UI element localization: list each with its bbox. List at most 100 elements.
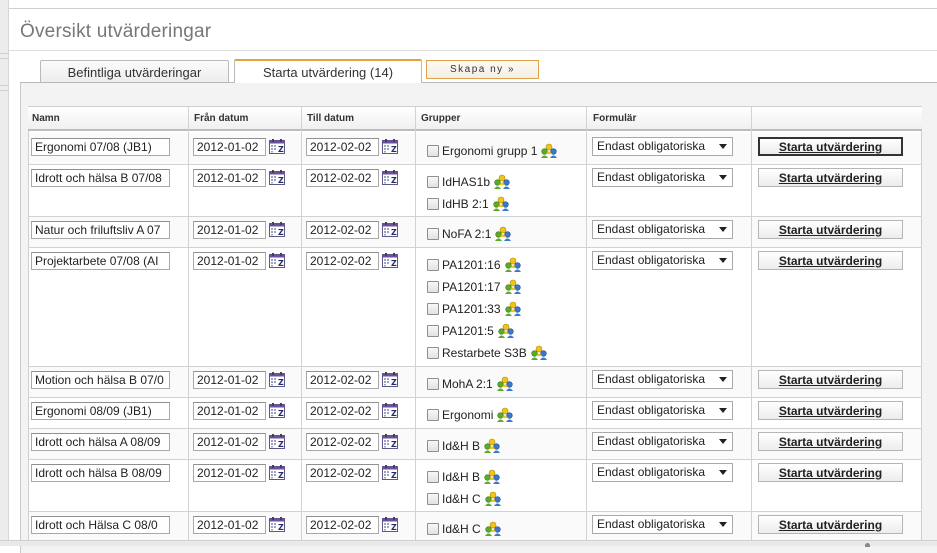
calendar-icon[interactable]: Z	[269, 139, 285, 154]
calendar-icon[interactable]: Z	[382, 139, 398, 154]
group-people-icon[interactable]	[494, 226, 512, 242]
to-date-field[interactable]: 2012-02-02	[306, 169, 379, 187]
evaluation-name-field[interactable]: Idrott och hälsa A 08/09	[31, 433, 170, 451]
form-select[interactable]: Endast obligatoriska	[592, 432, 733, 451]
from-date-field[interactable]: 2012-01-02	[193, 464, 266, 482]
calendar-icon[interactable]: Z	[269, 170, 285, 185]
form-select[interactable]: Endast obligatoriska	[592, 220, 733, 239]
calendar-icon[interactable]: Z	[269, 517, 285, 532]
group-people-icon[interactable]	[484, 491, 502, 507]
group-people-icon[interactable]	[484, 521, 502, 537]
evaluation-name-field[interactable]: Projektarbete 07/08 (AI	[31, 252, 170, 270]
group-people-icon[interactable]	[504, 257, 522, 273]
form-select[interactable]: Endast obligatoriska	[592, 401, 733, 420]
group-checkbox[interactable]	[427, 471, 439, 483]
group-people-icon[interactable]	[493, 174, 511, 190]
group-checkbox[interactable]	[427, 523, 439, 535]
tab-start-evaluation[interactable]: Starta utvärdering (14)	[234, 59, 422, 83]
header-name: Namn	[32, 113, 60, 124]
group-checkbox[interactable]	[427, 303, 439, 315]
group-checkbox[interactable]	[427, 440, 439, 452]
start-evaluation-button[interactable]: Starta utvärdering	[758, 370, 903, 389]
group-checkbox[interactable]	[427, 409, 439, 421]
calendar-icon[interactable]: Z	[269, 222, 285, 237]
group-checkbox[interactable]	[427, 347, 439, 359]
evaluation-name-field[interactable]: Natur och friluftsliv A 07	[31, 221, 170, 239]
calendar-icon[interactable]: Z	[382, 465, 398, 480]
row-divider	[28, 397, 922, 398]
calendar-icon[interactable]: Z	[382, 222, 398, 237]
group-people-icon[interactable]	[540, 143, 558, 159]
calendar-icon[interactable]: Z	[269, 465, 285, 480]
start-evaluation-button[interactable]: Starta utvärdering	[758, 463, 903, 482]
calendar-icon[interactable]: Z	[382, 170, 398, 185]
evaluation-name-field[interactable]: Idrott och hälsa B 08/09	[31, 464, 170, 482]
start-evaluation-button[interactable]: Starta utvärdering	[758, 432, 903, 451]
form-select[interactable]: Endast obligatoriska	[592, 168, 733, 187]
calendar-icon[interactable]: Z	[269, 434, 285, 449]
group-people-icon[interactable]	[497, 323, 515, 339]
from-date-field[interactable]: 2012-01-02	[193, 433, 266, 451]
calendar-icon[interactable]: Z	[382, 253, 398, 268]
group-people-icon[interactable]	[492, 196, 510, 212]
from-date-field[interactable]: 2012-01-02	[193, 169, 266, 187]
evaluation-name-field[interactable]: Idrott och Hälsa C 08/0	[31, 516, 170, 534]
form-select[interactable]: Endast obligatoriska	[592, 251, 733, 270]
group-checkbox[interactable]	[427, 228, 439, 240]
tab-existing-evaluations[interactable]: Befintliga utvärderingar	[40, 60, 229, 83]
group-checkbox[interactable]	[427, 325, 439, 337]
group-checkbox[interactable]	[427, 378, 439, 390]
to-date-field[interactable]: 2012-02-02	[306, 371, 379, 389]
from-date-field[interactable]: 2012-01-02	[193, 516, 266, 534]
group-checkbox[interactable]	[427, 281, 439, 293]
group-checkbox[interactable]	[427, 176, 439, 188]
from-date-field[interactable]: 2012-01-02	[193, 138, 266, 156]
to-date-field[interactable]: 2012-02-02	[306, 138, 379, 156]
form-select[interactable]: Endast obligatoriska	[592, 137, 733, 156]
calendar-icon[interactable]: Z	[269, 372, 285, 387]
create-new-button[interactable]: Skapa ny »	[426, 60, 539, 79]
calendar-icon[interactable]: Z	[269, 253, 285, 268]
calendar-icon[interactable]: Z	[269, 403, 285, 418]
group-people-icon[interactable]	[496, 407, 514, 423]
group-checkbox[interactable]	[427, 198, 439, 210]
start-evaluation-button[interactable]: Starta utvärdering	[758, 251, 903, 270]
calendar-icon[interactable]: Z	[382, 403, 398, 418]
evaluation-name-field[interactable]: Ergonomi 07/08 (JB1)	[31, 138, 170, 156]
group-checkbox[interactable]	[427, 493, 439, 505]
evaluation-name-field[interactable]: Idrott och hälsa B 07/08	[31, 169, 170, 187]
to-date-field[interactable]: 2012-02-02	[306, 402, 379, 420]
to-date-field[interactable]: 2012-02-02	[306, 433, 379, 451]
calendar-icon[interactable]: Z	[382, 434, 398, 449]
to-date-field[interactable]: 2012-02-02	[306, 464, 379, 482]
to-date-field[interactable]: 2012-02-02	[306, 221, 379, 239]
form-select[interactable]: Endast obligatoriska	[592, 370, 733, 389]
evaluation-name-field[interactable]: Ergonomi 08/09 (JB1)	[31, 402, 170, 420]
horizontal-scrollbar[interactable]	[0, 540, 937, 547]
form-select[interactable]: Endast obligatoriska	[592, 463, 733, 482]
calendar-icon[interactable]: Z	[382, 372, 398, 387]
group-people-icon[interactable]	[496, 376, 514, 392]
group-people-icon[interactable]	[504, 301, 522, 317]
form-select[interactable]: Endast obligatoriska	[592, 515, 733, 534]
from-date-field[interactable]: 2012-01-02	[193, 371, 266, 389]
from-date-field[interactable]: 2012-01-02	[193, 252, 266, 270]
group-people-icon[interactable]	[504, 279, 522, 295]
group-people-icon[interactable]	[530, 345, 548, 361]
from-date-field[interactable]: 2012-01-02	[193, 402, 266, 420]
to-date-field[interactable]: 2012-02-02	[306, 516, 379, 534]
calendar-icon[interactable]: Z	[382, 517, 398, 532]
group-people-icon[interactable]	[483, 469, 501, 485]
start-evaluation-button[interactable]: Starta utvärdering	[758, 220, 903, 239]
evaluation-name-field[interactable]: Motion och hälsa B 07/0	[31, 371, 170, 389]
scroll-thumb[interactable]	[865, 543, 870, 547]
to-date-field[interactable]: 2012-02-02	[306, 252, 379, 270]
start-evaluation-button[interactable]: Starta utvärdering	[758, 137, 903, 156]
group-checkbox[interactable]	[427, 145, 439, 157]
group-people-icon[interactable]	[483, 438, 501, 454]
start-evaluation-button[interactable]: Starta utvärdering	[758, 515, 903, 534]
group-checkbox[interactable]	[427, 259, 439, 271]
start-evaluation-button[interactable]: Starta utvärdering	[758, 168, 903, 187]
start-evaluation-button[interactable]: Starta utvärdering	[758, 401, 903, 420]
from-date-field[interactable]: 2012-01-02	[193, 221, 266, 239]
